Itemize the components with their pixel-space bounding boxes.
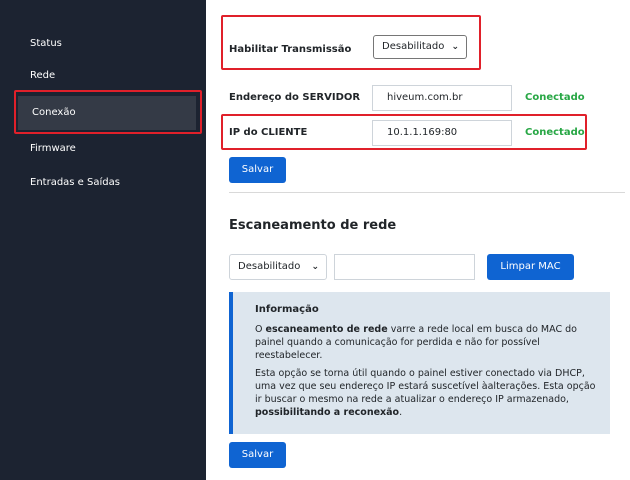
chevron-down-icon: ⌄ — [311, 262, 319, 272]
scan-select-value: Desabilitado — [238, 261, 301, 272]
transmission-select[interactable]: Desabilitado ⌄ — [373, 35, 467, 59]
scan-select[interactable]: Desabilitado ⌄ — [229, 254, 327, 280]
info-title: Informação — [255, 304, 319, 315]
info-box: Informação O escaneamento de rede varre … — [229, 292, 610, 434]
server-input[interactable]: hiveum.com.br — [372, 85, 512, 111]
sidebar-item-firmware[interactable]: Firmware — [30, 143, 76, 154]
sidebar-item-entradas-saidas[interactable]: Entradas e Saídas — [30, 177, 120, 188]
save-button-2[interactable]: Salvar — [229, 442, 286, 468]
client-status: Conectado — [525, 127, 585, 138]
sidebar-item-label: Conexão — [32, 107, 76, 118]
chevron-down-icon: ⌄ — [451, 42, 459, 52]
divider — [229, 192, 625, 193]
transmission-select-value: Desabilitado — [382, 41, 445, 52]
server-status: Conectado — [525, 92, 585, 103]
save-button[interactable]: Salvar — [229, 157, 286, 183]
sidebar-item-conexao[interactable]: Conexão — [18, 96, 196, 130]
client-input[interactable]: 10.1.1.169:80 — [372, 120, 512, 146]
server-label: Endereço do SERVIDOR — [229, 92, 361, 103]
transmission-label: Habilitar Transmissão — [229, 44, 352, 55]
mac-input[interactable] — [334, 254, 475, 280]
client-label: IP do CLIENTE — [229, 127, 308, 138]
info-paragraph-1: O escaneamento de rede varre a rede loca… — [255, 324, 577, 361]
sidebar: Status Rede Conexão Firmware Entradas e … — [0, 0, 206, 480]
sidebar-item-rede[interactable]: Rede — [30, 70, 55, 81]
scan-title: Escaneamento de rede — [229, 218, 397, 233]
info-paragraph-2: Esta opção se torna útil quando o painel… — [255, 368, 596, 418]
sidebar-item-status[interactable]: Status — [30, 38, 62, 49]
clear-mac-button[interactable]: Limpar MAC — [487, 254, 574, 280]
